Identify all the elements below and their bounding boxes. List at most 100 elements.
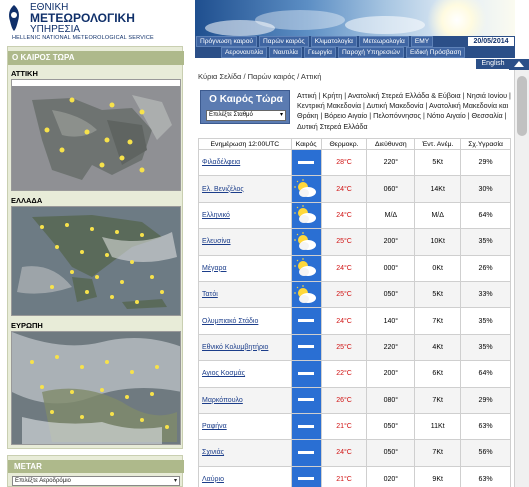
current-date: 20/05/2014 [467,36,515,47]
humidity-value: 64% [460,201,511,230]
scrollbar-thumb[interactable] [517,76,527,136]
wind-direction-value: 000° [366,254,416,282]
temperature-value: 21°C [320,412,368,441]
europe-map-image [12,332,180,444]
humidity-value: 35% [460,228,511,256]
station-name[interactable]: Φιλαδέλφεια [198,148,292,177]
humidity-value: 56% [460,439,511,467]
weather-cell [290,201,322,230]
station-name[interactable]: Ραφήνα [198,412,292,441]
nav-agriculture[interactable]: Γεωργία [303,47,336,58]
station-name[interactable]: Εθνικό Κολυμβητήριο [198,333,292,362]
weather-cell [290,412,322,441]
col-wind-direction: Διεύθυνση [366,138,416,150]
wind-direction-value: 050° [366,439,416,467]
region-links[interactable]: Αττική | Κρήτη | Ανατολική Στερεά Ελλάδα… [297,91,511,132]
nav-special-access[interactable]: Ειδική Πρόσβαση [405,47,466,58]
station-name[interactable]: Ελληνικό [198,201,292,230]
station-name[interactable]: Μέγαρα [198,254,292,282]
nav-services[interactable]: Παροχή Υπηρεσιών [338,47,404,58]
station-name[interactable]: Ολυμπιακό Στάδιο [198,307,292,335]
col-temperature: Θερμοκρ. [320,138,368,150]
wind-direction-value: 200° [366,228,416,256]
wind-speed-value: 5Kt [414,148,462,177]
table-row: Τατόι 25°C 050° 5Kt 33% [198,280,511,309]
temperature-value: 28°C [320,148,368,177]
temperature-value: 25°C [320,228,368,256]
page: ΕΘΝΙΚΗ ΜΕΤΕΩΡΟΛΟΓΙΚΗ ΥΠΗΡΕΣΙΑ HELLENIC N… [0,0,529,487]
attica-map[interactable] [11,79,181,191]
humidity-value: 63% [460,465,511,487]
table-row: Σχινιάς 24°C 050° 7Kt 56% [198,439,511,467]
logo-subtitle: HELLENIC NATIONAL METEOROLOGICAL SERVICE [12,35,154,41]
nav-aviation[interactable]: Αεροναυτιλία [221,47,268,58]
nav-current-weather[interactable]: Παρών καιρός [259,36,309,47]
clear-sky-icon [298,398,315,402]
wind-speed-value: 7Kt [414,386,462,414]
site-logo[interactable]: ΕΘΝΙΚΗ ΜΕΤΕΩΡΟΛΟΓΙΚΗ ΥΠΗΡΕΣΙΑ HELLENIC N… [0,0,195,44]
wind-direction-value: Μ/Δ [366,201,416,230]
temperature-value: 24°C [320,439,368,467]
humidity-value: 35% [460,307,511,335]
greece-map[interactable] [11,206,181,316]
clear-sky-icon [298,345,315,349]
weather-now-title: Ο ΚΑΙΡΟΣ ΤΩΡΑ [8,51,184,65]
attica-map-image [12,80,180,190]
station-name[interactable]: Αγιος Κοσμάς [198,360,292,388]
temperature-value: 25°C [320,280,368,309]
station-select-value: Επιλέξτε Σταθμό [209,112,253,118]
arrow-up-icon[interactable] [509,59,529,70]
station-name[interactable]: Ελ. Βενιζέλος [198,175,292,203]
weather-cell [290,333,322,362]
table-row: Φιλαδέλφεια 28°C 220° 5Kt 29% [198,148,511,177]
left-sidebar: Ο ΚΑΙΡΟΣ ΤΩΡΑ ΑΤΤΙΚΗ ΕΛΛΑΔΑ ΕΥΡΩΠΗ METAR… [0,44,195,487]
wind-direction-value: 200° [366,360,416,388]
nav-forecast[interactable]: Πρόγνωση καιρού [196,36,258,47]
english-language-button[interactable]: English [476,59,510,69]
nav-climatology[interactable]: Κλιματολογία [310,36,357,47]
table-row: Ραφήνα 21°C 050° 11Kt 63% [198,412,511,441]
humidity-value: 63% [460,412,511,441]
humidity-value: 35% [460,333,511,362]
partly-cloudy-icon [294,205,317,224]
table-row: Μέγαρα 24°C 000° 0Kt 26% [198,254,511,282]
weather-cell [290,465,322,487]
clear-sky-icon [298,424,315,428]
table-row: Αγιος Κοσμάς 22°C 200° 6Kt 64% [198,360,511,388]
station-select[interactable]: Επιλέξτε Σταθμό ▾ [206,110,286,121]
region-label-europe: ΕΥΡΩΠΗ [11,321,43,330]
humidity-value: 30% [460,175,511,203]
nav-emy[interactable]: ΕΜΥ [410,36,434,47]
vertical-scrollbar[interactable] [514,70,529,487]
station-name[interactable]: Τατόι [198,280,292,309]
weather-cell [290,228,322,256]
wind-direction-value: 220° [366,148,416,177]
wind-speed-value: 4Kt [414,333,462,362]
station-name[interactable]: Σχινιάς [198,439,292,467]
station-name[interactable]: Λαύριο [198,465,292,487]
airport-select[interactable]: Επιλέξτε Αεροδρόμιο ▾ [12,476,180,486]
wind-direction-value: 050° [366,412,416,441]
region-label-greece: ΕΛΛΑΔΑ [11,196,43,205]
weather-cell [290,175,322,203]
temperature-value: 21°C [320,465,368,487]
clear-sky-icon [298,450,315,454]
weather-cell [290,254,322,282]
sun-icon [427,0,487,36]
station-name[interactable]: Ελευσίνα [198,228,292,256]
station-name[interactable]: Μαρκόπουλο [198,386,292,414]
wind-direction-value: 140° [366,307,416,335]
wind-speed-value: 9Kt [414,465,462,487]
nav-meteorology[interactable]: Μετεωρολογία [358,36,409,47]
nav-shipping[interactable]: Ναυτιλία [269,47,302,58]
humidity-value: 26% [460,254,511,282]
wind-direction-value: 080° [366,386,416,414]
banner-cloud [255,10,345,30]
europe-map[interactable] [11,331,181,445]
breadcrumb[interactable]: Κύρια Σελίδα / Παρών καιρός / Αττική [198,72,321,81]
temperature-value: 24°C [320,175,368,203]
weather-cell [290,307,322,335]
partly-cloudy-icon [294,231,317,250]
weather-now-heading: Ο Καιρός Τώρα [209,94,283,105]
humidity-value: 33% [460,280,511,309]
